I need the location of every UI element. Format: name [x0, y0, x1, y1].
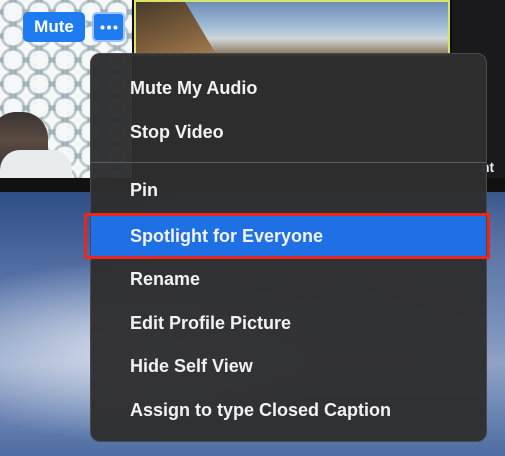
mute-button[interactable]: Mute — [23, 12, 85, 42]
active-speaker-video-tile[interactable] — [134, 0, 450, 56]
annotation-highlight-box — [84, 213, 490, 259]
menu-item-hide-self-view[interactable]: Hide Self View — [91, 346, 486, 386]
ellipsis-icon — [100, 25, 118, 30]
menu-item-rename[interactable]: Rename — [91, 259, 486, 299]
menu-item-stop-video[interactable]: Stop Video — [91, 112, 486, 152]
more-options-button[interactable] — [92, 12, 125, 42]
menu-item-assign-closed-caption[interactable]: Assign to type Closed Caption — [91, 390, 486, 430]
menu-divider — [91, 162, 486, 163]
participant-video-shirt — [0, 150, 72, 180]
menu-item-mute-my-audio[interactable]: Mute My Audio — [91, 68, 486, 108]
menu-item-pin[interactable]: Pin — [91, 170, 486, 210]
menu-item-edit-profile-picture[interactable]: Edit Profile Picture — [91, 303, 486, 343]
